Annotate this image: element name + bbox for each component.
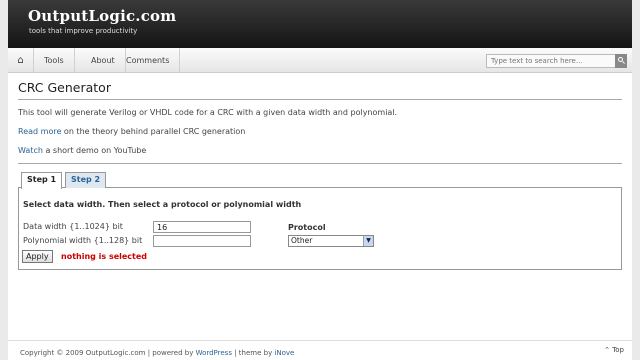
data-width-field[interactable]: [153, 221, 251, 233]
instructions: Select data width. Then select a protoco…: [23, 200, 302, 209]
wordpress-link[interactable]: WordPress: [196, 349, 232, 357]
main-nav: ⌂ Tools About Comments: [8, 48, 632, 73]
back-to-top-link[interactable]: ⌃ Top: [604, 346, 624, 354]
top-link-label: Top: [612, 346, 624, 354]
page: OutputLogic.com tools that improve produ…: [8, 0, 632, 360]
poly-width-label: Polynomial width {1..128} bit: [23, 236, 143, 245]
tab-step-1[interactable]: Step 1: [21, 172, 63, 189]
read-more-text: on the theory behind parallel CRC genera…: [61, 127, 246, 136]
nav-item-tools[interactable]: Tools: [34, 48, 75, 73]
protocol-selected-value: Other: [291, 236, 313, 245]
divider: [18, 163, 622, 164]
theme-by-text: | theme by: [231, 349, 275, 357]
nav-item-label: Tools: [44, 56, 64, 65]
protocol-label: Protocol: [288, 223, 326, 232]
search-button[interactable]: [615, 54, 627, 68]
arrow-up-icon: ⌃: [604, 346, 610, 354]
protocol-select[interactable]: Other ▼: [288, 235, 374, 247]
site-tagline: tools that improve productivity: [29, 27, 138, 35]
watch-line: Watch a short demo on YouTube: [18, 146, 146, 155]
copyright-text: Copyright © 2009 OutputLogic.com | power…: [20, 349, 196, 357]
search-icon-handle: [622, 61, 625, 64]
watch-text: a short demo on YouTube: [42, 146, 147, 155]
poly-width-field[interactable]: [153, 235, 251, 247]
tab-step-2[interactable]: Step 2: [65, 172, 107, 188]
data-width-label: Data width {1..1024} bit: [23, 222, 123, 231]
inove-link[interactable]: iNove: [274, 349, 294, 357]
watch-link[interactable]: Watch: [18, 146, 43, 155]
site-title[interactable]: OutputLogic.com: [28, 7, 176, 25]
step-tabs: Step 1 Step 2 Select data width. Then se…: [18, 170, 622, 270]
search-input[interactable]: [486, 54, 626, 68]
page-title: CRC Generator: [18, 80, 111, 95]
tool-description: This tool will generate Verilog or VHDL …: [18, 108, 398, 117]
nav-item-comments[interactable]: Comments: [116, 48, 181, 73]
divider: [18, 99, 622, 100]
site-footer: Copyright © 2009 OutputLogic.com | power…: [8, 340, 632, 360]
tab-bar: Step 1 Step 2: [18, 170, 622, 189]
step-1-panel: Select data width. Then select a protoco…: [18, 188, 622, 270]
home-icon: ⌂: [17, 55, 24, 66]
nav-home[interactable]: ⌂: [8, 48, 34, 73]
apply-button[interactable]: Apply: [22, 250, 53, 263]
nav-item-label: About: [91, 56, 115, 65]
chevron-down-icon: ▼: [363, 236, 373, 246]
site-header: OutputLogic.com tools that improve produ…: [8, 0, 632, 48]
read-more-line: Read more on the theory behind parallel …: [18, 127, 245, 136]
footer-text: Copyright © 2009 OutputLogic.com | power…: [20, 349, 294, 357]
status-message: nothing is selected: [61, 252, 148, 261]
read-more-link[interactable]: Read more: [18, 127, 61, 136]
nav-item-label: Comments: [126, 56, 170, 65]
